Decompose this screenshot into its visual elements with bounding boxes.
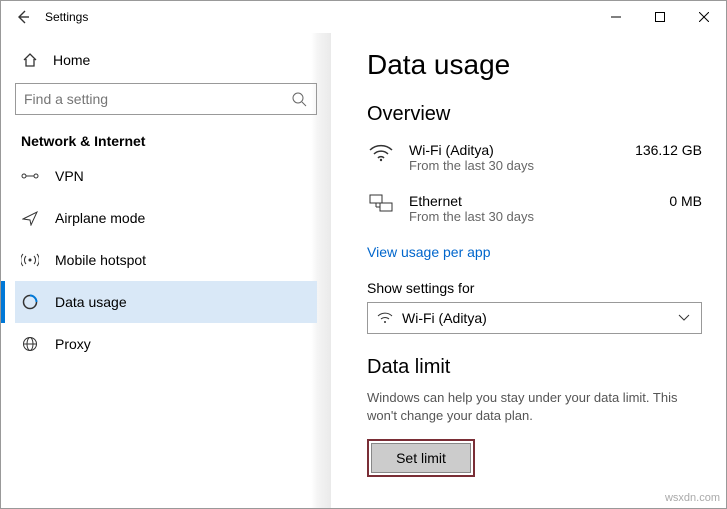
datalimit-description: Windows can help you stay under your dat… [367, 389, 702, 425]
set-limit-button[interactable]: Set limit [371, 443, 471, 473]
view-usage-link[interactable]: View usage per app [367, 238, 702, 280]
sidebar-home-label: Home [53, 52, 90, 68]
dropdown-selected: Wi-Fi (Aditya) [402, 310, 667, 326]
datausage-icon [21, 293, 39, 311]
set-limit-highlight: Set limit [367, 439, 475, 477]
search-input[interactable] [24, 91, 290, 107]
search-box[interactable] [15, 83, 317, 115]
sidebar: Home Network & Internet VPN Airplane mod… [1, 33, 331, 508]
sidebar-item-airplane[interactable]: Airplane mode [15, 197, 317, 239]
maximize-icon [655, 12, 665, 22]
nav-label: Proxy [55, 336, 91, 352]
back-button[interactable] [5, 1, 41, 33]
show-settings-label: Show settings for [367, 280, 702, 296]
sidebar-item-proxy[interactable]: Proxy [15, 323, 317, 365]
wifi-small-icon [376, 309, 394, 327]
overview-row-ethernet: Ethernet From the last 30 days 0 MB [367, 187, 702, 238]
page-title: Data usage [367, 49, 702, 81]
minimize-button[interactable] [594, 1, 638, 33]
vpn-icon [21, 167, 39, 185]
titlebar: Settings [1, 1, 726, 33]
overview-name: Wi-Fi (Aditya) [409, 142, 534, 158]
main-panel: Data usage Overview Wi-Fi (Aditya) From … [331, 33, 726, 508]
overview-amount: 136.12 GB [635, 142, 702, 158]
sidebar-item-hotspot[interactable]: Mobile hotspot [15, 239, 317, 281]
sidebar-home[interactable]: Home [15, 43, 317, 83]
window-title: Settings [41, 10, 88, 24]
search-icon [290, 90, 308, 108]
datalimit-header: Data limit [367, 356, 702, 379]
nav-label: Airplane mode [55, 210, 145, 226]
window-controls [594, 1, 726, 33]
overview-sub: From the last 30 days [409, 209, 534, 224]
maximize-button[interactable] [638, 1, 682, 33]
watermark: wsxdn.com [665, 492, 720, 504]
nav-label: Mobile hotspot [55, 252, 146, 268]
network-dropdown[interactable]: Wi-Fi (Aditya) [367, 302, 702, 334]
sidebar-section-header: Network & Internet [15, 133, 317, 155]
chevron-down-icon [675, 309, 693, 327]
airplane-icon [21, 209, 39, 227]
arrow-left-icon [15, 9, 31, 25]
overview-row-wifi: Wi-Fi (Aditya) From the last 30 days 136… [367, 136, 702, 187]
sidebar-item-datausage[interactable]: Data usage [15, 281, 317, 323]
overview-header: Overview [367, 103, 702, 126]
hotspot-icon [21, 251, 39, 269]
ethernet-icon [367, 193, 395, 213]
overview-amount: 0 MB [669, 193, 702, 209]
close-icon [699, 12, 709, 22]
home-icon [21, 51, 39, 69]
minimize-icon [611, 12, 621, 22]
nav-label: VPN [55, 168, 84, 184]
overview-name: Ethernet [409, 193, 534, 209]
close-button[interactable] [682, 1, 726, 33]
nav-label: Data usage [55, 294, 127, 310]
overview-sub: From the last 30 days [409, 158, 534, 173]
wifi-icon [367, 142, 395, 162]
sidebar-item-vpn[interactable]: VPN [15, 155, 317, 197]
proxy-icon [21, 335, 39, 353]
